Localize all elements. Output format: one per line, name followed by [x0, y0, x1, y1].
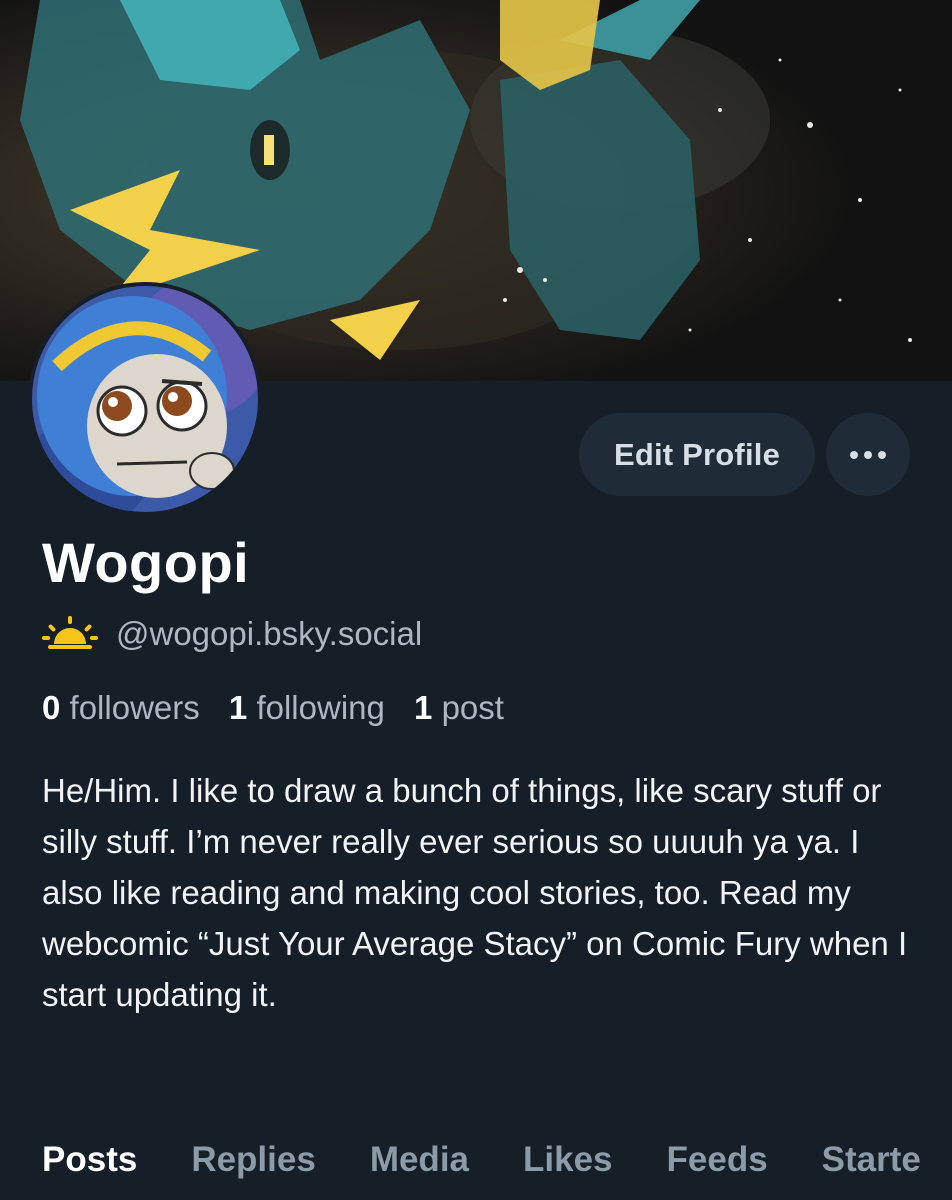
profile-handle[interactable]: @wogopi.bsky.social: [116, 615, 422, 653]
more-options-button[interactable]: [826, 413, 910, 496]
handle-row: @wogopi.bsky.social: [42, 610, 422, 658]
following-count: 1: [228, 689, 248, 726]
tab-replies[interactable]: Replies: [191, 1130, 316, 1190]
tab-likes[interactable]: Likes: [523, 1130, 613, 1190]
display-name: Wogopi: [42, 531, 250, 594]
tab-posts[interactable]: Posts: [42, 1130, 137, 1190]
tab-starter-packs[interactable]: Starte: [822, 1130, 921, 1190]
profile-bio: He/Him. I like to draw a bunch of things…: [42, 772, 908, 1013]
posts-label: post: [441, 689, 504, 726]
sun-icon: [42, 616, 98, 649]
profile-page: Edit Profile Wogopi @wogopi.bsky.social …: [0, 0, 952, 1200]
edit-profile-button[interactable]: Edit Profile: [579, 413, 815, 496]
tab-media[interactable]: Media: [370, 1130, 469, 1190]
more-horizontal-icon: [850, 450, 886, 459]
followers-count: 0: [42, 689, 61, 726]
followers-stat[interactable]: 0 followers: [42, 689, 200, 726]
posts-stat: 1 post: [414, 689, 504, 726]
following-stat[interactable]: 1 following: [229, 689, 385, 726]
followers-label: followers: [69, 689, 200, 726]
profile-tabs: Posts Replies Media Likes Feeds Starte: [42, 1130, 952, 1190]
posts-count: 1: [414, 689, 433, 726]
edit-profile-label: Edit Profile: [613, 436, 781, 472]
following-label: following: [256, 689, 385, 726]
profile-stats: 0 followers 1 following 1 post: [42, 686, 524, 730]
tab-feeds[interactable]: Feeds: [667, 1130, 768, 1190]
profile-avatar[interactable]: [28, 282, 262, 516]
